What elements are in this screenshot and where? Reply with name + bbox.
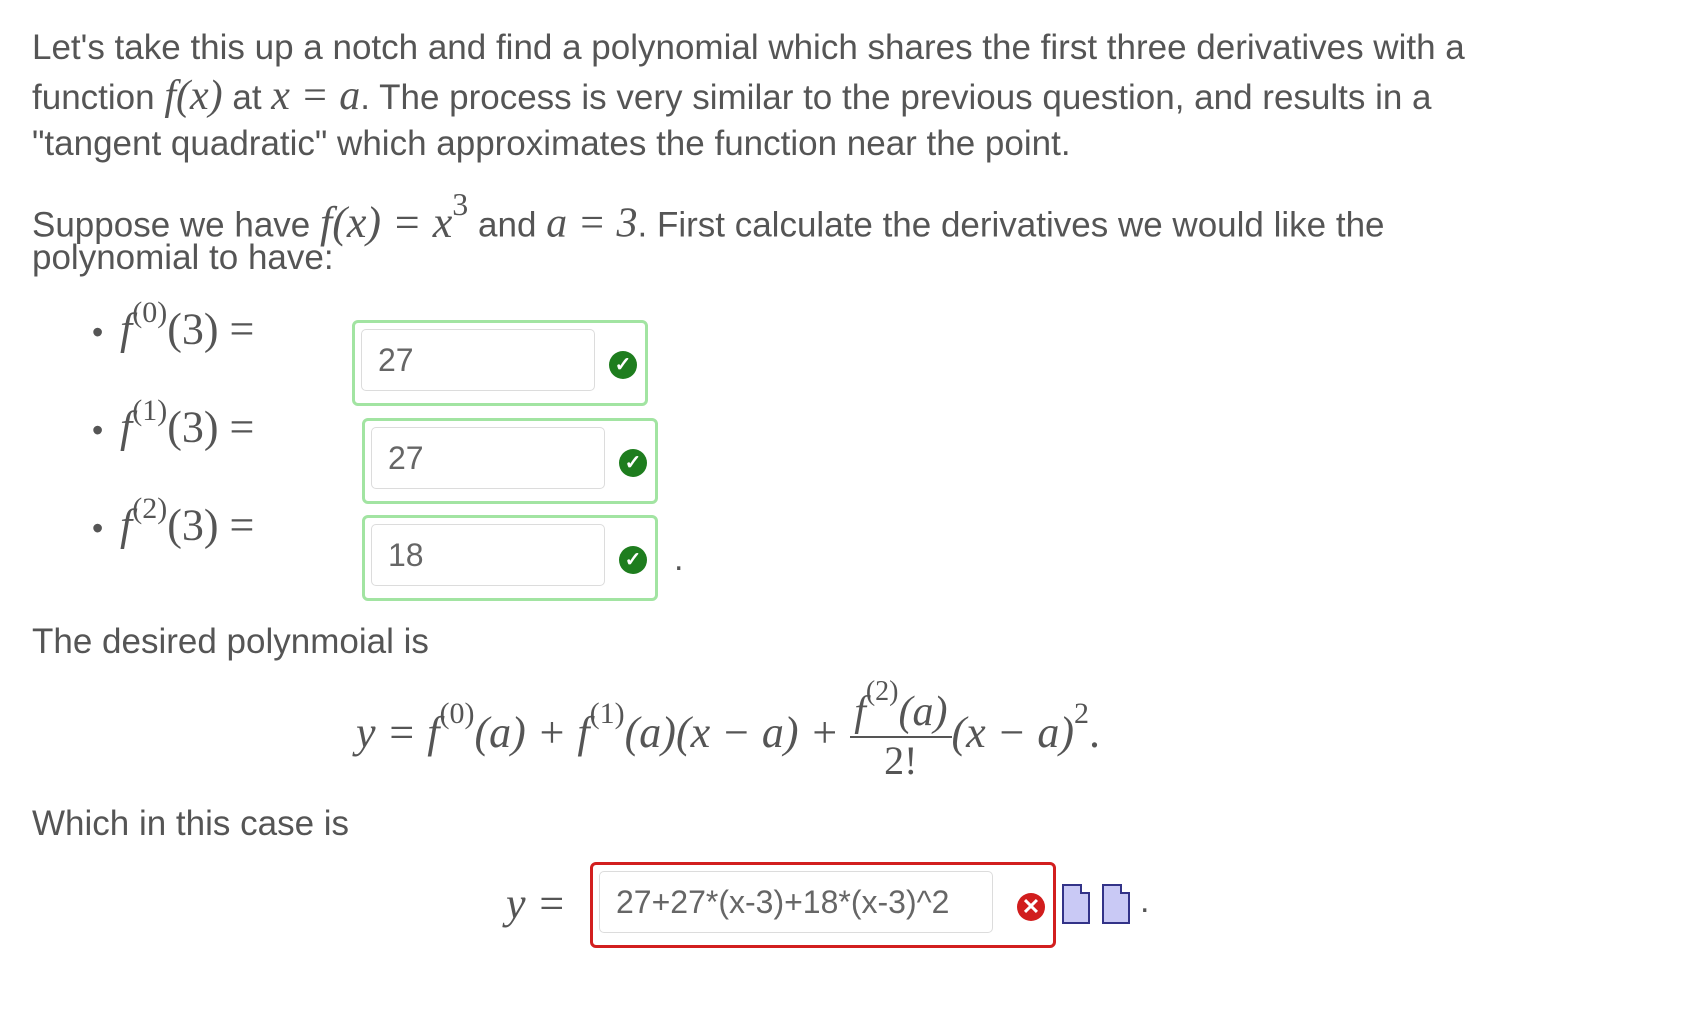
bullet: • xyxy=(92,412,104,448)
check-icon: ✓ xyxy=(619,546,647,574)
answer-box-final: 27+27*(x-3)+18*(x-3)^2 ✕ xyxy=(590,862,1056,948)
bullet: • xyxy=(92,510,104,546)
a-equals-math: a = 3 xyxy=(546,200,638,247)
check-icon: ✓ xyxy=(619,449,647,477)
derivative-label-1: f(1)(3) = xyxy=(120,394,255,452)
derivative-label-0: f(0)(3) = xyxy=(120,296,255,354)
answer-box-1: 27 ✓ xyxy=(362,418,658,504)
intro-text-1: Let's take this up a notch and find a po… xyxy=(32,28,1465,67)
intro-line-2: function f(x) at x = a. The process is v… xyxy=(32,70,1432,124)
answer-input-0[interactable]: 27 xyxy=(361,329,595,391)
which-text: Which in this case is xyxy=(32,804,350,843)
y-equals-label: y = xyxy=(506,879,567,928)
suppose-text-c: . First calculate the derivatives we wou… xyxy=(637,205,1385,245)
derivative-label-2: f(2)(3) = xyxy=(120,492,255,550)
suppose-line-2: polynomial to have: xyxy=(32,232,334,284)
intro-text-2b: at xyxy=(232,78,262,117)
desired-text-line: The desired polynmoial is xyxy=(32,616,429,668)
final-answer-input[interactable]: 27+27*(x-3)+18*(x-3)^2 xyxy=(599,871,993,933)
answer-input-1[interactable]: 27 xyxy=(371,427,605,489)
cross-icon: ✕ xyxy=(1017,893,1045,921)
exponent: 3 xyxy=(452,186,469,222)
suppose-text-b: and xyxy=(478,205,537,245)
x-equals-a-math: x = a xyxy=(271,73,361,119)
answer-input-2[interactable]: 18 xyxy=(371,524,605,586)
period: . xyxy=(1140,882,1150,920)
preview-document-icon[interactable] xyxy=(1062,884,1090,924)
intro-text-3: "tangent quadratic" which approximates t… xyxy=(32,124,1071,163)
intro-text-2c: . The process is very similar to the pre… xyxy=(360,78,1432,117)
fx-definition-math: f(x) = x3 xyxy=(320,186,469,247)
check-icon: ✓ xyxy=(609,351,637,379)
fx-math: f(x) xyxy=(164,73,223,119)
bullet: • xyxy=(92,314,104,350)
period: . xyxy=(674,540,684,578)
answer-box-2: 18 ✓ xyxy=(362,515,658,601)
equation-editor-icon[interactable] xyxy=(1102,884,1130,924)
intro-text-2a: function xyxy=(32,78,155,117)
answer-box-0: 27 ✓ xyxy=(352,320,648,406)
suppose-text-2: polynomial to have: xyxy=(32,238,334,277)
taylor-formula: y = f(0)(a) + f(1)(a)(x − a) + f(2)(a) 2… xyxy=(356,676,1101,783)
intro-line-3: "tangent quadratic" which approximates t… xyxy=(32,118,1071,170)
which-text-line: Which in this case is xyxy=(32,798,349,850)
formula-fraction: f(2)(a) 2! xyxy=(850,676,952,784)
desired-text: The desired polynmoial is xyxy=(32,622,429,661)
intro-line-1: Let's take this up a notch and find a po… xyxy=(32,22,1465,74)
